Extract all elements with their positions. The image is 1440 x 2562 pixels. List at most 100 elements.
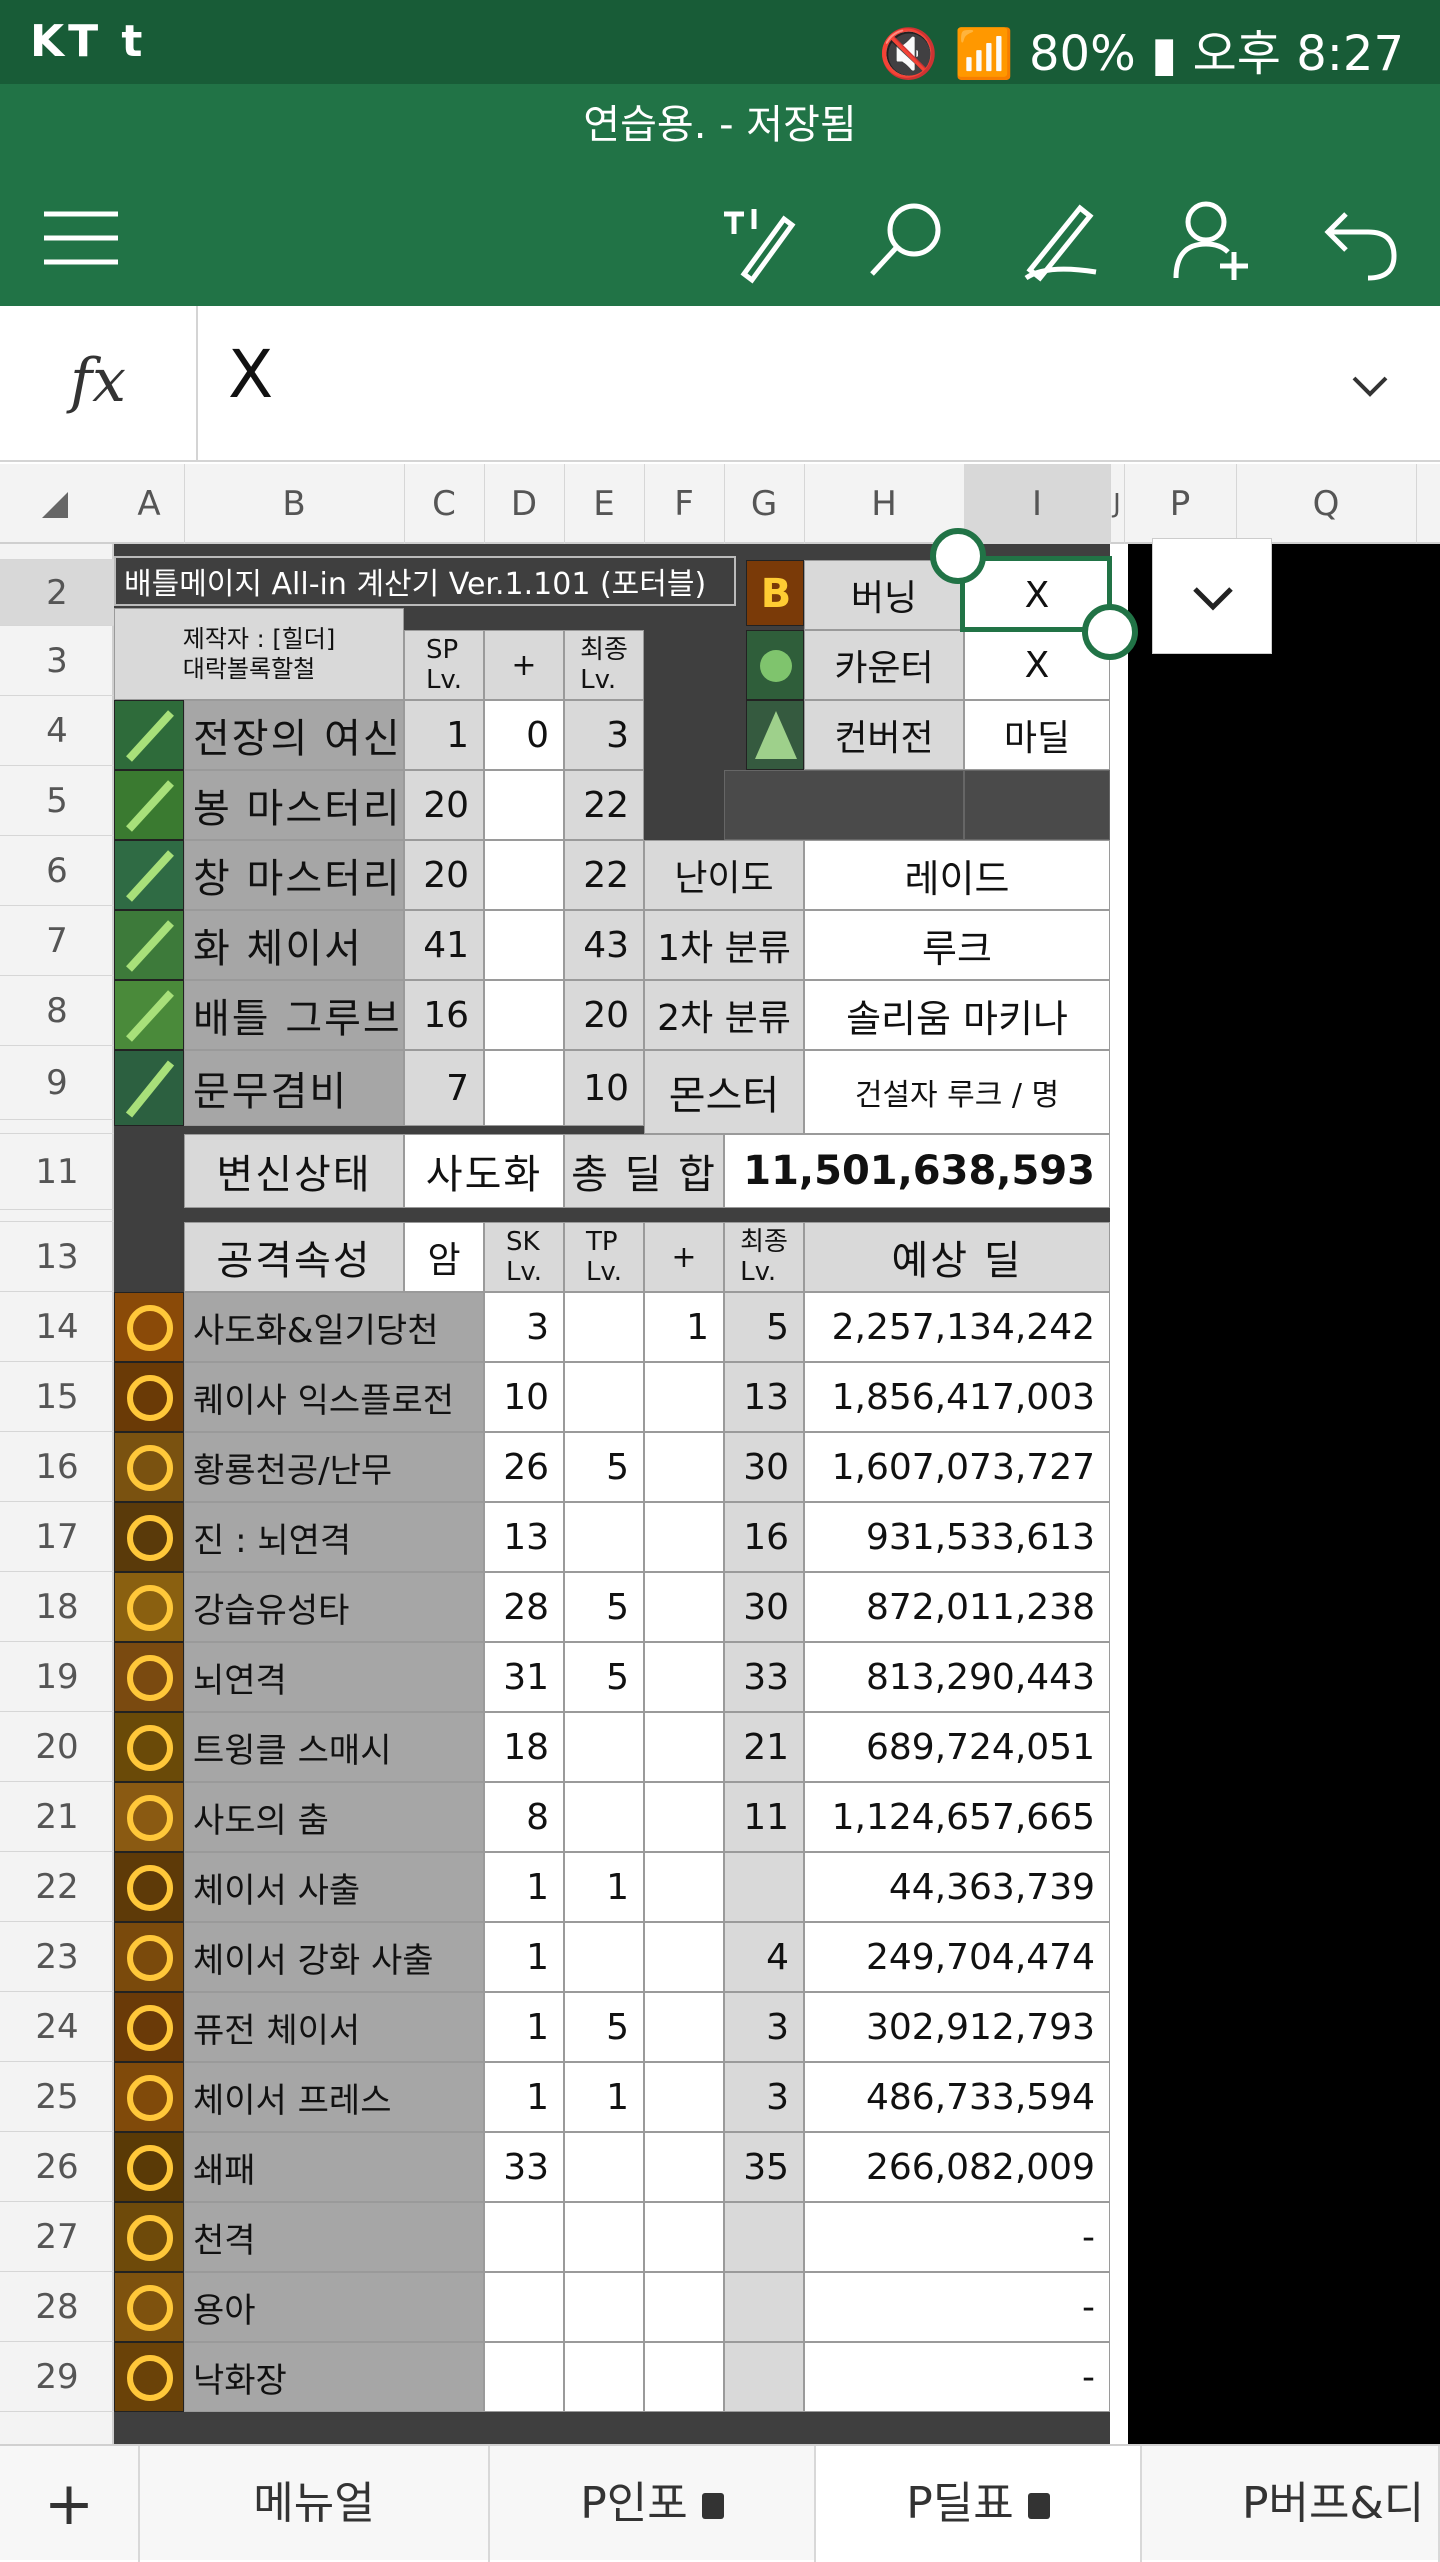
skill-tp-level[interactable]	[564, 1362, 644, 1432]
row-header[interactable]: 18	[0, 1572, 114, 1642]
skill-name[interactable]: 뇌연격	[184, 1642, 484, 1712]
skill-sk-level[interactable]	[484, 2272, 564, 2342]
skill-name[interactable]: 사도화&일기당천	[184, 1292, 484, 1362]
selection-handle-bottom[interactable]	[1082, 604, 1138, 660]
skill-name[interactable]: 쇄패	[184, 2132, 484, 2202]
skill-final-level[interactable]: 35	[724, 2132, 804, 2202]
column-header[interactable]: A	[114, 464, 185, 544]
header-final-lv[interactable]: 최종 Lv.	[564, 630, 644, 700]
skill-final-level[interactable]: 30	[724, 1432, 804, 1502]
row-header[interactable]: 14	[0, 1292, 114, 1362]
conversion-value[interactable]: 마딜	[964, 700, 1110, 770]
tab-p-damage[interactable]: P딜표	[816, 2446, 1142, 2562]
row-header[interactable]: 28	[0, 2272, 114, 2342]
document-title[interactable]: 연습용. - 저장됨	[0, 92, 1440, 150]
column-header[interactable]: H	[804, 464, 965, 544]
skill-name[interactable]: 체이서 강화 사출	[184, 1922, 484, 1992]
skill-sk-level[interactable]: 13	[484, 1502, 564, 1572]
row-header[interactable]: 22	[0, 1852, 114, 1922]
buff-name[interactable]: 봉 마스터리	[184, 770, 404, 840]
formula-value[interactable]: X	[228, 336, 273, 413]
buff-sp-level[interactable]: 7	[404, 1050, 484, 1126]
buff-name[interactable]: 창 마스터리	[184, 840, 404, 910]
skill-tp-level[interactable]: 1	[564, 2062, 644, 2132]
skill-plus[interactable]	[644, 1432, 724, 1502]
menu-icon[interactable]	[36, 194, 126, 284]
buff-name[interactable]: 배틀 그루브	[184, 980, 404, 1050]
skill-expected-damage[interactable]: 266,082,009	[804, 2132, 1110, 2202]
skill-sk-level[interactable]	[484, 2342, 564, 2412]
skill-final-level[interactable]: 3	[724, 2062, 804, 2132]
row-header[interactable]: 23	[0, 1922, 114, 1992]
skill-plus[interactable]	[644, 1502, 724, 1572]
column-header[interactable]: B	[184, 464, 405, 544]
buff-plus[interactable]	[484, 770, 564, 840]
add-person-icon[interactable]	[1168, 194, 1258, 284]
skill-plus[interactable]	[644, 1782, 724, 1852]
row-header[interactable]: 9	[0, 1046, 114, 1120]
skill-name[interactable]: 강습유성타	[184, 1572, 484, 1642]
buff-plus[interactable]	[484, 910, 564, 980]
row-header[interactable]: 5	[0, 766, 114, 836]
skill-final-level[interactable]: 30	[724, 1572, 804, 1642]
buff-plus[interactable]	[484, 1050, 564, 1126]
skill-expected-damage[interactable]: 931,533,613	[804, 1502, 1110, 1572]
skill-expected-damage[interactable]: -	[804, 2272, 1110, 2342]
skill-tp-level[interactable]	[564, 1292, 644, 1362]
skill-tp-level[interactable]	[564, 2272, 644, 2342]
row-header[interactable]: 29	[0, 2342, 114, 2412]
tab-manual[interactable]: 메뉴얼	[140, 2446, 490, 2562]
skill-expected-damage[interactable]: 2,257,134,242	[804, 1292, 1110, 1362]
skill-tp-level[interactable]: 5	[564, 1572, 644, 1642]
skill-name[interactable]: 천격	[184, 2202, 484, 2272]
info-value[interactable]: 건설자 루크 / 명	[804, 1050, 1110, 1134]
skill-final-level[interactable]	[724, 2342, 804, 2412]
skill-plus[interactable]	[644, 1852, 724, 1922]
buff-name[interactable]: 전장의 여신	[184, 700, 404, 770]
buff-final-level[interactable]: 22	[564, 770, 644, 840]
buff-final-level[interactable]: 22	[564, 840, 644, 910]
column-header[interactable]: F	[644, 464, 725, 544]
row-header[interactable]: 15	[0, 1362, 114, 1432]
skill-final-level[interactable]	[724, 1852, 804, 1922]
skill-tp-level[interactable]	[564, 2342, 644, 2412]
skill-name[interactable]: 퓨전 체이서	[184, 1992, 484, 2062]
row-header[interactable]: 20	[0, 1712, 114, 1782]
fx-label[interactable]: fx	[0, 306, 198, 462]
buff-final-level[interactable]: 3	[564, 700, 644, 770]
buff-final-level[interactable]: 43	[564, 910, 644, 980]
author-cell[interactable]: 제작자 : [힐더] 대락볼록할철	[114, 608, 404, 700]
column-header-selected[interactable]: I	[964, 464, 1111, 544]
skill-name[interactable]: 진 : 뇌연격	[184, 1502, 484, 1572]
buff-plus[interactable]: 0	[484, 700, 564, 770]
skill-plus[interactable]	[644, 2272, 724, 2342]
buff-final-level[interactable]: 20	[564, 980, 644, 1050]
row-header[interactable]: 6	[0, 836, 114, 906]
buff-sp-level[interactable]: 20	[404, 770, 484, 840]
skill-expected-damage[interactable]: -	[804, 2202, 1110, 2272]
skill-final-level[interactable]: 33	[724, 1642, 804, 1712]
row-header[interactable]: 24	[0, 1992, 114, 2062]
chevron-down-icon[interactable]	[1340, 356, 1400, 416]
skill-name[interactable]: 사도의 춤	[184, 1782, 484, 1852]
buff-sp-level[interactable]: 41	[404, 910, 484, 980]
skill-final-level[interactable]	[724, 2272, 804, 2342]
skill-plus[interactable]	[644, 2342, 724, 2412]
skill-sk-level[interactable]: 18	[484, 1712, 564, 1782]
skill-sk-level[interactable]: 10	[484, 1362, 564, 1432]
row-header[interactable]: 4	[0, 696, 114, 766]
column-header[interactable]: P	[1124, 464, 1237, 544]
column-header[interactable]: C	[404, 464, 485, 544]
skill-expected-damage[interactable]: 249,704,474	[804, 1922, 1110, 1992]
info-value[interactable]: 루크	[804, 910, 1110, 980]
skill-final-level[interactable]: 4	[724, 1922, 804, 1992]
skill-sk-level[interactable]: 28	[484, 1572, 564, 1642]
skill-final-level[interactable]: 13	[724, 1362, 804, 1432]
total-value[interactable]: 11,501,638,593	[724, 1134, 1110, 1208]
text-edit-icon[interactable]	[714, 194, 804, 284]
skill-tp-level[interactable]	[564, 1502, 644, 1572]
buff-name[interactable]: 문무겸비	[184, 1050, 404, 1126]
skill-tp-level[interactable]: 1	[564, 1852, 644, 1922]
skill-sk-level[interactable]	[484, 2202, 564, 2272]
skill-expected-damage[interactable]: 1,856,417,003	[804, 1362, 1110, 1432]
